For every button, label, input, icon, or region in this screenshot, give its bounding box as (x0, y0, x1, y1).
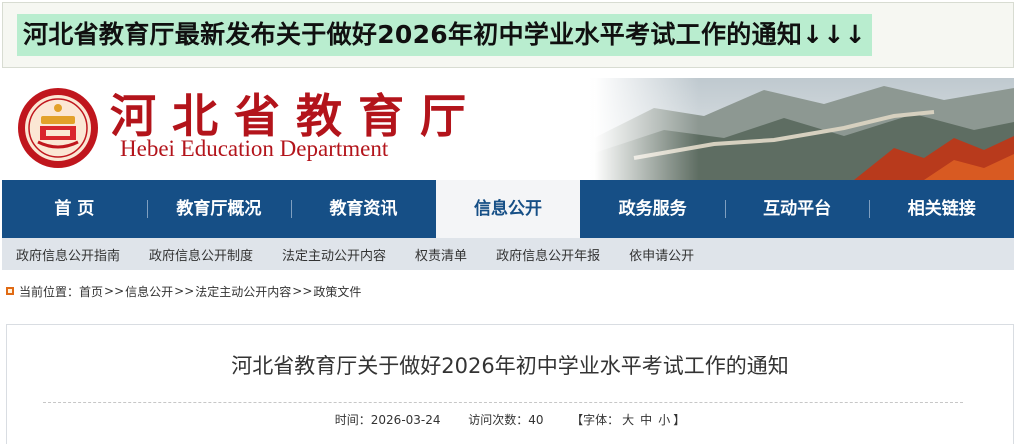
nav-item-news[interactable]: 教育资讯 (291, 180, 436, 238)
site-header: 河北省教育厅 Hebei Education Department (2, 78, 1014, 180)
subnav-item-annual-report[interactable]: 政府信息公开年报 (496, 245, 600, 264)
font-size-close: 】 (673, 413, 686, 427)
announcement-banner: 河北省教育厅最新发布关于做好2026年初中学业水平考试工作的通知↓↓↓ (2, 2, 1014, 68)
subnav-item-guide[interactable]: 政府信息公开指南 (16, 245, 120, 264)
site-title-en: Hebei Education Department (120, 136, 389, 161)
breadcrumb-separator: >> (292, 284, 313, 298)
nav-item-links[interactable]: 相关链接 (869, 180, 1014, 238)
view-count-value: 40 (528, 413, 544, 427)
location-icon (6, 287, 14, 295)
publish-time-value: 2026-03-24 (370, 413, 441, 427)
breadcrumb-item-statutory-content[interactable]: 法定主动公开内容 (195, 283, 291, 300)
article-meta: 时间：2026-03-24 访问次数：40 【字体：大中小】 (7, 411, 1013, 428)
great-wall-scenery-image (594, 78, 1014, 180)
breadcrumb-separator: >> (104, 284, 125, 298)
nav-item-gov-services[interactable]: 政务服务 (580, 180, 725, 238)
breadcrumb-item-info-disclosure[interactable]: 信息公开 (125, 283, 173, 300)
subnav-item-apply[interactable]: 依申请公开 (629, 245, 694, 264)
subnav-item-statutory-content[interactable]: 法定主动公开内容 (282, 245, 386, 264)
announcement-title[interactable]: 河北省教育厅最新发布关于做好2026年初中学业水平考试工作的通知↓↓↓ (17, 14, 872, 56)
breadcrumb-separator: >> (174, 284, 195, 298)
article-title: 河北省教育厅关于做好2026年初中学业水平考试工作的通知 (231, 354, 789, 378)
department-seal-icon[interactable] (16, 86, 100, 170)
sub-nav: 政府信息公开指南 政府信息公开制度 法定主动公开内容 权责清单 政府信息公开年报… (2, 238, 1014, 270)
subnav-item-system[interactable]: 政府信息公开制度 (149, 245, 253, 264)
publish-time-label: 时间： (334, 413, 371, 427)
breadcrumb: 当前位置： 首页 >> 信息公开 >> 法定主动公开内容 >> 政策文件 (6, 282, 361, 300)
breadcrumb-item-home[interactable]: 首页 (79, 283, 103, 300)
nav-item-interaction[interactable]: 互动平台 (724, 180, 870, 238)
font-size-label: 【字体： (571, 413, 620, 427)
article-container: 河北省教育厅关于做好2026年初中学业水平考试工作的通知 时间：2026-03-… (6, 324, 1014, 444)
main-nav: 首 页 教育厅概况 教育资讯 信息公开 政务服务 互动平台 相关链接 (2, 180, 1014, 238)
breadcrumb-prefix: 当前位置： (19, 284, 80, 299)
nav-item-overview[interactable]: 教育厅概况 (146, 180, 292, 238)
font-size-small-button[interactable]: 小 (658, 413, 670, 427)
subnav-item-power-list[interactable]: 权责清单 (415, 245, 467, 264)
nav-item-home[interactable]: 首 页 (2, 180, 147, 238)
article-divider (43, 402, 963, 403)
nav-item-info-disclosure[interactable]: 信息公开 (435, 180, 581, 238)
view-count-label: 访问次数： (468, 413, 529, 427)
font-size-medium-button[interactable]: 中 (640, 413, 652, 427)
font-size-large-button[interactable]: 大 (622, 413, 634, 427)
breadcrumb-item-policy-docs[interactable]: 政策文件 (313, 283, 361, 300)
